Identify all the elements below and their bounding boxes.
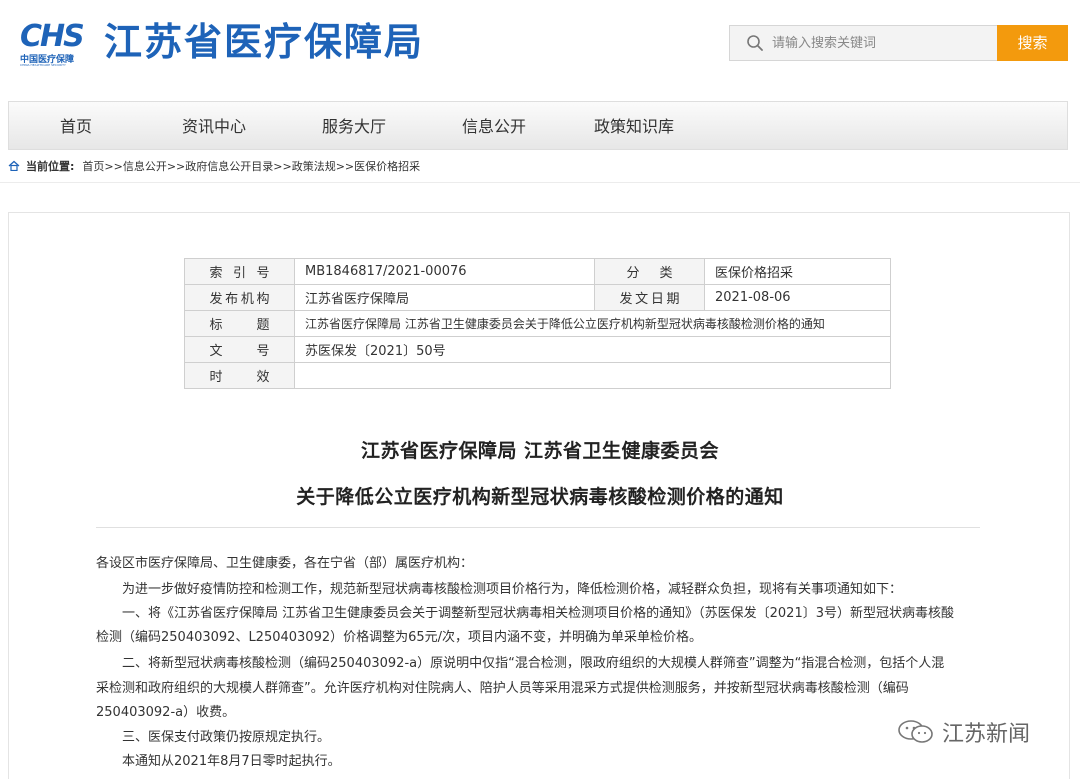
paragraph-1-line1: 一、将《江苏省医疗保障局 江苏省卫生健康委员会关于调整新型冠状病毒相关检测项目价… — [122, 606, 954, 621]
table-row: 时 效 — [184, 362, 891, 389]
date-value: 2021-08-06 — [704, 284, 891, 311]
paragraph-2-line1: 二、将新型冠状病毒核酸检测（编码250403092-a）原说明中仅指“混合检测，… — [122, 656, 945, 671]
divider — [0, 182, 1080, 183]
paragraph-4: 本通知从2021年8月7日零时起执行。 — [122, 754, 341, 769]
publisher-value: 江苏省医疗保障局 — [294, 284, 595, 311]
paragraph-3: 三、医保支付政策仍按原规定执行。 — [122, 730, 331, 745]
docno-value: 苏医保发〔2021〕50号 — [294, 336, 891, 363]
paragraph-2-line3: 250403092-a）收费。 — [96, 705, 236, 720]
salutation: 各设区市医疗保障局、卫生健康委，各在宁省（部）属医疗机构： — [96, 556, 474, 571]
date-label: 发文日期 — [619, 292, 680, 307]
site-header: CHS 中国医疗保障 CHINA HEALTHCARE SECURITY 江苏省… — [0, 0, 1080, 92]
validity-value — [294, 362, 891, 389]
paragraph-1-line2: 检测（编码250403092、L250403092）价格调整为65元/次，项目内… — [96, 630, 703, 645]
table-row: 索 引 号 MB1846817/2021-00076 分 类 医保价格招采 — [184, 258, 891, 285]
home-icon — [8, 160, 20, 171]
category-value: 医保价格招采 — [704, 258, 891, 285]
category-label: 分 类 — [626, 266, 673, 281]
index-value: MB1846817/2021-00076 — [294, 258, 595, 285]
document-meta-table: 索 引 号 MB1846817/2021-00076 分 类 医保价格招采 发布… — [184, 258, 891, 389]
watermark: 江苏新闻 — [896, 714, 1030, 750]
logo-abbr: CHS — [20, 19, 85, 54]
breadcrumb-label: 当前位置: — [26, 160, 75, 173]
search-box — [729, 25, 999, 61]
search-icon — [747, 35, 763, 51]
validity-label: 时 效 — [209, 370, 270, 385]
nav-item-services[interactable]: 服务大厅 — [322, 102, 386, 151]
table-row: 标 题 江苏省医疗保障局 江苏省卫生健康委员会关于降低公立医疗机构新型冠状病毒核… — [184, 310, 891, 337]
table-row: 发布机构 江苏省医疗保障局 发文日期 2021-08-06 — [184, 284, 891, 311]
table-row: 文 号 苏医保发〔2021〕50号 — [184, 336, 891, 363]
document-title-line1: 江苏省医疗保障局 江苏省卫生健康委员会 — [360, 440, 720, 462]
nav-item-policy-library[interactable]: 政策知识库 — [594, 102, 674, 151]
docno-label: 文 号 — [209, 344, 270, 359]
watermark-text: 江苏新闻 — [942, 722, 1031, 747]
paragraph-intro: 为进一步做好疫情防控和检测工作，规范新型冠状病毒核酸检测项目价格行为，降低检测价… — [122, 582, 903, 597]
nav-item-info-disclosure[interactable]: 信息公开 — [462, 102, 526, 151]
title-divider — [96, 527, 980, 528]
search-input[interactable] — [772, 32, 982, 54]
main-nav: 首页 资讯中心 服务大厅 信息公开 政策知识库 — [8, 101, 1068, 150]
publisher-label: 发布机构 — [209, 292, 270, 307]
site-title[interactable]: 江苏省医疗保障局 — [104, 18, 424, 66]
title-value: 江苏省医疗保障局 江苏省卫生健康委员会关于降低公立医疗机构新型冠状病毒核酸检测价… — [294, 310, 891, 337]
index-label: 索 引 号 — [209, 266, 270, 281]
nav-item-home[interactable]: 首页 — [60, 102, 92, 151]
title-label: 标 题 — [209, 318, 270, 333]
breadcrumb: 当前位置: 首页>>信息公开>>政府信息公开目录>>政策法规>>医保价格招采 — [8, 158, 420, 176]
breadcrumb-path[interactable]: 首页>>信息公开>>政府信息公开目录>>政策法规>>医保价格招采 — [82, 160, 420, 173]
nav-item-news[interactable]: 资讯中心 — [182, 102, 246, 151]
search-button[interactable]: 搜索 — [997, 25, 1068, 61]
paragraph-2-line2: 采检测和政府组织的大规模人群筛查”。允许医疗机构对住院病人、陪护人员等采用混采方… — [96, 681, 909, 696]
wechat-icon — [898, 720, 933, 743]
logo-en: CHINA HEALTHCARE SECURITY — [20, 63, 66, 67]
document-title-line2: 关于降低公立医疗机构新型冠状病毒核酸检测价格的通知 — [296, 486, 784, 508]
chs-logo[interactable]: CHS 中国医疗保障 CHINA HEALTHCARE SECURITY — [20, 19, 92, 68]
